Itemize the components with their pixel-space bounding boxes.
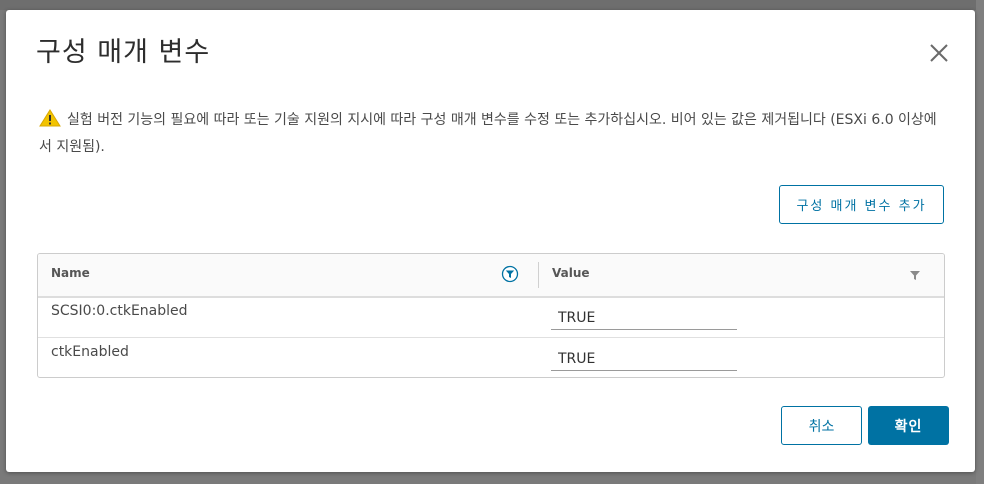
dialog-title: 구성 매개 변수 [36, 37, 211, 68]
background-overlay [0, 0, 984, 10]
close-icon [930, 44, 948, 62]
cancel-button[interactable]: 취소 [781, 406, 862, 445]
name-filter-button[interactable] [501, 265, 519, 283]
row-name: ctkEnabled [51, 344, 129, 360]
grid-header: Name Value [38, 254, 944, 298]
column-separator[interactable] [538, 262, 539, 288]
column-header-value[interactable]: Value [552, 266, 590, 280]
ok-button[interactable]: 확인 [868, 406, 949, 445]
value-input[interactable] [551, 347, 737, 371]
warning-icon [39, 109, 61, 127]
table-row: SCSI0:0.ctkEnabled [38, 297, 944, 338]
background-overlay-right [976, 0, 984, 484]
close-button[interactable] [926, 40, 952, 66]
row-name: SCSI0:0.ctkEnabled [51, 303, 188, 319]
config-params-grid: Name Value SCSI0:0.ctkEnabled ctkEnabled [37, 253, 945, 378]
config-params-dialog: 구성 매개 변수 실험 버전 기능의 필요에 따라 또는 기술 지원의 지시에 … [6, 10, 975, 472]
table-row: ctkEnabled [38, 338, 944, 377]
warning-message: 실험 버전 기능의 필요에 따라 또는 기술 지원의 지시에 따라 구성 매개 … [39, 107, 939, 161]
column-header-name[interactable]: Name [51, 266, 90, 280]
add-config-param-button[interactable]: 구성 매개 변수 추가 [779, 185, 944, 224]
warning-text: 실험 버전 기능의 필요에 따라 또는 기술 지원의 지시에 따라 구성 매개 … [39, 112, 937, 155]
filter-icon [501, 265, 519, 283]
value-filter-button[interactable] [908, 268, 922, 282]
value-input[interactable] [551, 306, 737, 330]
filter-icon [910, 271, 920, 280]
